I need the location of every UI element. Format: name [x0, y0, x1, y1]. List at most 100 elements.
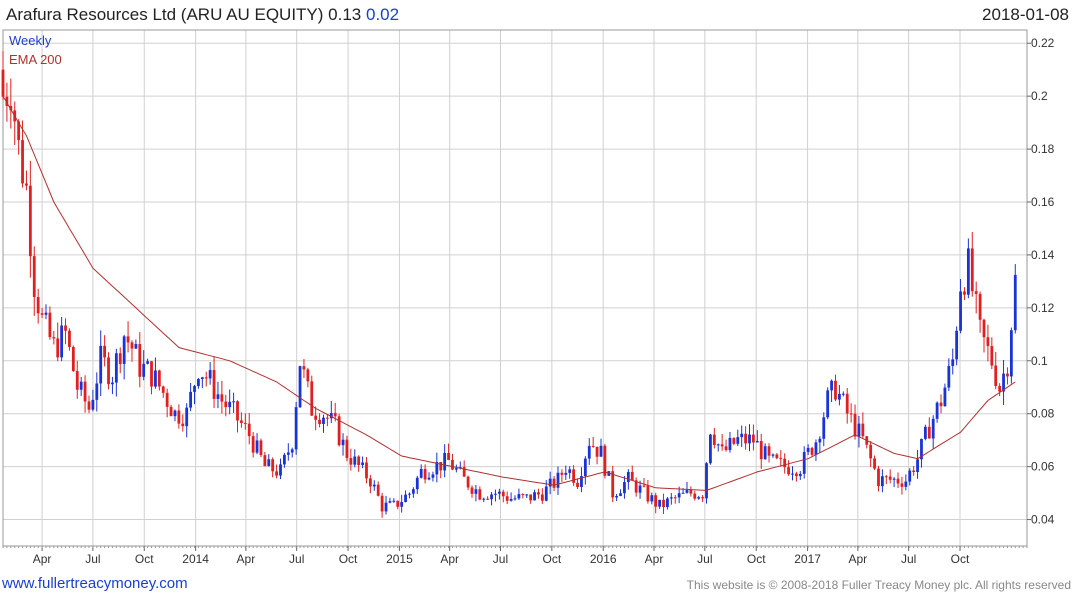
- y-tick-label: 0.12: [1031, 301, 1055, 315]
- candle-body: [638, 485, 642, 493]
- candle-body: [630, 471, 634, 481]
- candle-body: [744, 433, 747, 444]
- y-axis: 0.04 0.06 0.08 0.1 0.12 0.14 0.16 0.18 0.2 0.22: [1027, 36, 1055, 527]
- candle-body: [533, 492, 536, 501]
- candle-body: [157, 370, 161, 387]
- x-tick-label: Apr: [237, 552, 256, 566]
- candle-body: [716, 444, 720, 446]
- candle-body: [419, 468, 423, 478]
- candle-body: [709, 434, 712, 464]
- candle-body: [837, 393, 841, 400]
- candle-body: [380, 495, 384, 512]
- candle-body: [646, 485, 650, 502]
- candle-body: [204, 377, 208, 379]
- candle-body: [318, 419, 321, 424]
- candle-body: [150, 361, 153, 387]
- candle-body: [64, 325, 67, 331]
- candle-body: [279, 464, 282, 476]
- candle-body: [384, 502, 388, 512]
- site-link[interactable]: www.fullertreacymoney.com: [2, 575, 188, 592]
- x-axis: Apr Jul Oct 2014 Apr Jul Oct 2015 Apr Jul Oct 2016 A…: [2, 546, 1028, 566]
- candle-body: [818, 438, 822, 443]
- x-tick-label: Oct: [747, 552, 766, 566]
- y-tick-label: 0.14: [1031, 248, 1055, 262]
- x-tick-label: 2015: [386, 552, 413, 566]
- candle-body: [111, 382, 114, 385]
- legend-weekly: Weekly: [9, 33, 52, 48]
- y-tick-label: 0.16: [1031, 195, 1055, 209]
- candle-body: [752, 434, 755, 443]
- candle-body: [568, 469, 572, 473]
- candle-body: [849, 413, 853, 415]
- candle-body: [974, 291, 978, 294]
- candle-body: [28, 185, 32, 257]
- y-tick-label: 0.06: [1031, 460, 1055, 474]
- candle-body: [361, 462, 364, 465]
- candle-body: [427, 477, 431, 480]
- candle-body: [986, 337, 990, 347]
- candle-body: [259, 440, 263, 456]
- candle-body: [505, 496, 509, 501]
- candle-body: [959, 291, 962, 331]
- candle-body: [122, 336, 126, 364]
- candle-body: [286, 452, 290, 455]
- candle-body: [623, 482, 626, 494]
- candle-body: [830, 380, 833, 391]
- candle-body: [513, 498, 517, 500]
- candle-body: [841, 393, 845, 395]
- candle-body: [877, 468, 880, 487]
- candle-body: [763, 446, 767, 460]
- candle-body: [654, 495, 658, 507]
- candle-body: [345, 439, 349, 459]
- candle-body: [99, 345, 103, 384]
- candle-body: [302, 366, 306, 370]
- x-tick-label: Jul: [289, 552, 304, 566]
- candle-body: [103, 345, 107, 358]
- candle-body: [494, 493, 497, 495]
- x-tick-label: 2017: [794, 552, 821, 566]
- candle-body: [454, 468, 458, 470]
- candle-body: [75, 371, 79, 390]
- candle-body: [224, 401, 228, 408]
- candle-body: [853, 413, 857, 437]
- candle-body: [931, 418, 935, 439]
- candle-body: [791, 473, 794, 475]
- y-tick-label: 0.08: [1031, 407, 1055, 421]
- candle-body: [349, 458, 353, 465]
- candle-body: [767, 446, 771, 456]
- x-tick-label: Jul: [85, 552, 100, 566]
- candle-body: [486, 498, 490, 500]
- candle-body: [693, 493, 697, 499]
- candle-body: [482, 498, 486, 500]
- candle-body: [161, 386, 165, 393]
- candle-body: [845, 393, 849, 414]
- x-tick-label: 2016: [590, 552, 617, 566]
- candle-body: [251, 436, 255, 453]
- candle-body: [603, 445, 607, 476]
- candle-body: [243, 422, 247, 424]
- candle-body: [48, 312, 52, 338]
- candle-body: [810, 447, 814, 455]
- candle-body: [365, 462, 368, 479]
- candle-body: [36, 297, 40, 314]
- candle-body: [798, 473, 802, 477]
- candle-body: [529, 494, 533, 501]
- candle-body: [443, 452, 447, 471]
- candle-body: [595, 446, 599, 457]
- candle-body: [154, 370, 157, 387]
- candle-body: [71, 346, 75, 372]
- candle-body: [400, 502, 404, 507]
- candle-body: [732, 437, 736, 444]
- candle-body: [40, 313, 44, 315]
- candle-body: [333, 413, 337, 417]
- candle-body: [392, 500, 396, 502]
- x-tick-label: Oct: [543, 552, 562, 566]
- candle-body: [869, 444, 873, 459]
- candle-body: [415, 477, 419, 490]
- price-chart: 0.04 0.06 0.08 0.1 0.12 0.14 0.16 0.18 0.2 0.22 A…: [1, 29, 1055, 566]
- candle-body: [95, 383, 99, 400]
- candle-body: [232, 401, 235, 403]
- candle-body: [619, 493, 622, 496]
- candle-body: [60, 325, 64, 358]
- candle-body: [626, 471, 630, 483]
